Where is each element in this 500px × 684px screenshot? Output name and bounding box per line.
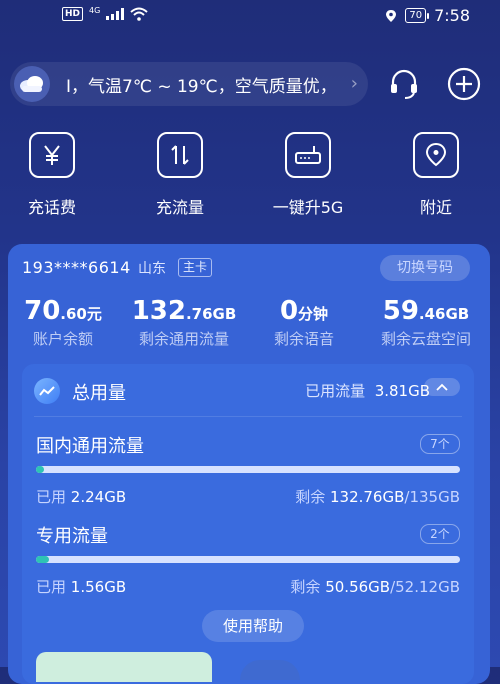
- progress-bar: [36, 466, 460, 473]
- hd-badge: HD: [62, 7, 84, 21]
- quick-action-nearby[interactable]: 附近: [386, 132, 486, 218]
- stat-data-remaining[interactable]: 132.76GB 剩余通用流量: [128, 296, 240, 349]
- stat-cloud-remaining[interactable]: 59.46GB 剩余云盘空间: [370, 296, 482, 349]
- stat-value: 0分钟: [279, 296, 329, 326]
- usage-chart-icon: [34, 378, 60, 404]
- remaining-amount: 剩余 50.56GB/52.12GB: [290, 578, 460, 596]
- usage-help-button[interactable]: 使用帮助: [202, 610, 304, 642]
- data-transfer-icon: [157, 132, 203, 178]
- progress-bar: [36, 556, 460, 563]
- usage-title: 总用量: [72, 383, 126, 404]
- section-title: 专用流量: [36, 526, 108, 547]
- quick-action-5g[interactable]: 一键升5G: [258, 132, 358, 218]
- stat-label: 账户余额: [32, 330, 93, 348]
- quick-action-recharge[interactable]: 充话费: [2, 132, 102, 218]
- package-count-badge[interactable]: 2个: [420, 524, 460, 544]
- chevron-up-icon: [436, 383, 448, 391]
- progress-fill: [36, 466, 45, 473]
- stat-value: 59.46GB: [382, 296, 470, 326]
- customer-service-icon[interactable]: [386, 66, 422, 102]
- yuan-icon: [29, 132, 75, 178]
- stat-label: 剩余通用流量: [138, 330, 229, 348]
- status-bar: HD 4G 70 7:58: [0, 0, 500, 32]
- package-count-badge[interactable]: 7个: [420, 434, 460, 454]
- wifi-icon: [130, 7, 148, 21]
- quick-action-label: 附近: [419, 198, 452, 217]
- usage-panel: 总用量 已用流量 3.81GB 国内通用流量 7个 已用 2.24GB 剩余 1…: [22, 364, 474, 684]
- usage-used-summary: 已用流量 3.81GB: [305, 382, 430, 400]
- weather-text: I，气温7℃ ~ 19℃，空气质量优，: [66, 76, 337, 97]
- used-amount: 已用 1.56GB: [36, 578, 127, 596]
- network-type: 4G: [89, 5, 101, 15]
- account-card: 193****6614 山东 主卡 切换号码 70.60元 账户余额 132.7…: [8, 244, 490, 684]
- quick-action-data[interactable]: 充流量: [130, 132, 230, 218]
- province-label: 山东: [138, 261, 166, 277]
- battery-indicator: 70: [405, 8, 429, 23]
- stat-value: 132.76GB: [131, 296, 237, 326]
- quick-action-label: 充话费: [27, 198, 76, 217]
- cloud-icon: [14, 66, 50, 102]
- signal-icon: [106, 8, 125, 20]
- quick-actions: 充话费 充流量 一键升5G 附近: [0, 132, 500, 222]
- promo-tile[interactable]: [36, 652, 212, 682]
- weather-bar[interactable]: I，气温7℃ ~ 19℃，空气质量优， ›: [10, 62, 368, 106]
- phone-number: 193****6614: [22, 258, 131, 277]
- stat-label: 剩余云盘空间: [380, 330, 471, 348]
- quick-action-label: 一键升5G: [272, 198, 344, 217]
- clock: 7:58: [434, 6, 470, 25]
- stat-balance[interactable]: 70.60元 账户余额: [18, 296, 108, 349]
- quick-action-label: 充流量: [155, 198, 204, 217]
- location-icon: [413, 132, 459, 178]
- main-card-badge: 主卡: [178, 258, 213, 277]
- status-right: 70 7:58: [385, 6, 470, 25]
- router-5g-icon: [285, 132, 331, 178]
- stat-voice-remaining[interactable]: 0分钟 剩余语音: [264, 296, 344, 349]
- switch-number-button[interactable]: 切换号码: [380, 255, 470, 281]
- stat-value: 70.60元: [24, 296, 102, 326]
- location-pin-icon: [386, 9, 397, 22]
- collapse-button[interactable]: [424, 378, 460, 396]
- progress-fill: [36, 556, 49, 563]
- section-title: 国内通用流量: [36, 436, 144, 457]
- remaining-amount: 剩余 132.76GB/135GB: [295, 488, 460, 506]
- promo-tile-secondary[interactable]: [240, 660, 300, 680]
- chevron-right-icon: ›: [350, 73, 358, 94]
- divider: [34, 416, 462, 417]
- status-left: HD 4G: [62, 5, 148, 21]
- used-amount: 已用 2.24GB: [36, 488, 127, 506]
- stat-label: 剩余语音: [273, 330, 334, 348]
- add-icon[interactable]: [446, 66, 482, 102]
